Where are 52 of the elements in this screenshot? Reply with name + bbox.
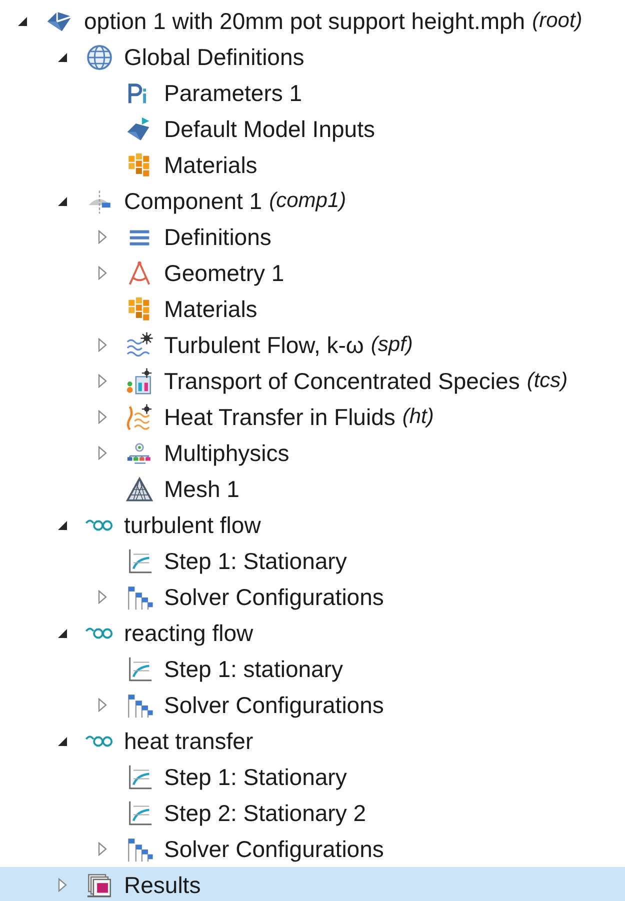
tree-item[interactable]: Results	[0, 867, 625, 901]
tree-item-label[interactable]: Global Definitions	[124, 40, 304, 74]
tree-item-label[interactable]: Step 1: Stationary	[164, 760, 347, 794]
tree-item-tag: (tcs)	[526, 365, 568, 397]
tree-item-tag: (ht)	[402, 401, 434, 433]
tree-item-label[interactable]: reacting flow	[124, 616, 254, 650]
expand-arrow-icon[interactable]	[98, 230, 106, 244]
mesh-triangle-icon	[124, 474, 154, 504]
expand-arrow-icon[interactable]	[98, 410, 106, 424]
expand-arrow-icon[interactable]	[98, 374, 106, 388]
heat-waves-icon	[124, 402, 154, 432]
tree-item-label[interactable]: Materials	[164, 292, 258, 326]
expand-arrow-icon[interactable]	[58, 878, 66, 892]
tree-item-label[interactable]: Parameters 1	[164, 76, 302, 110]
globe-icon	[84, 42, 114, 72]
tree-item-label[interactable]: Default Model Inputs	[164, 112, 375, 146]
tree-item-label[interactable]: heat transfer	[124, 724, 254, 758]
tree-item-label[interactable]: turbulent flow	[124, 508, 261, 542]
tree-item-label[interactable]: Materials	[164, 148, 258, 182]
expand-arrow-icon[interactable]	[98, 266, 106, 280]
collapse-arrow-icon[interactable]	[56, 196, 68, 206]
collapse-arrow-icon[interactable]	[16, 16, 28, 26]
tree-item-label[interactable]: Solver Configurations	[164, 580, 384, 614]
tree-item-label[interactable]: option 1 with 20mm pot support height.mph	[84, 4, 526, 38]
expand-arrow-icon[interactable]	[98, 698, 106, 712]
tree-item-label[interactable]: Heat Transfer in Fluids	[164, 400, 396, 434]
expand-arrow-icon[interactable]	[98, 446, 106, 460]
flask-icon	[124, 366, 154, 396]
collapse-arrow-icon[interactable]	[56, 52, 68, 62]
collapse-arrow-icon[interactable]	[56, 736, 68, 746]
tree-item-label[interactable]: Turbulent Flow, k-ω	[164, 328, 364, 362]
tree-item-label[interactable]: Step 2: Stationary 2	[164, 796, 366, 830]
expand-arrow-icon[interactable]	[98, 338, 106, 352]
tree-item-label[interactable]: Solver Configurations	[164, 688, 384, 722]
tree-item-label[interactable]: Step 1: Stationary	[164, 544, 347, 578]
tree-item-label[interactable]: Solver Configurations	[164, 832, 384, 866]
tree-item-label[interactable]: Multiphysics	[164, 436, 290, 470]
expand-arrow-icon[interactable]	[98, 842, 106, 856]
tree-item-label[interactable]: Step 1: stationary	[164, 652, 343, 686]
waves-icon	[124, 330, 154, 360]
tree-item-tag: (spf)	[370, 329, 413, 361]
tree-item-label[interactable]: Results	[124, 868, 201, 901]
collapse-arrow-icon[interactable]	[56, 520, 68, 530]
tree-item-label[interactable]: Component 1	[124, 184, 262, 218]
tree-item-label[interactable]: Definitions	[164, 220, 272, 254]
collapse-arrow-icon[interactable]	[56, 628, 68, 638]
tree-item-label[interactable]: Transport of Concentrated Species	[164, 364, 520, 398]
tree-item-label[interactable]: Mesh 1	[164, 472, 240, 506]
expand-arrow-icon[interactable]	[98, 590, 106, 604]
tree-item-label[interactable]: Geometry 1	[164, 256, 284, 290]
tree-item-tag: (root)	[532, 5, 582, 37]
tree-item-tag: (comp1)	[269, 185, 346, 217]
